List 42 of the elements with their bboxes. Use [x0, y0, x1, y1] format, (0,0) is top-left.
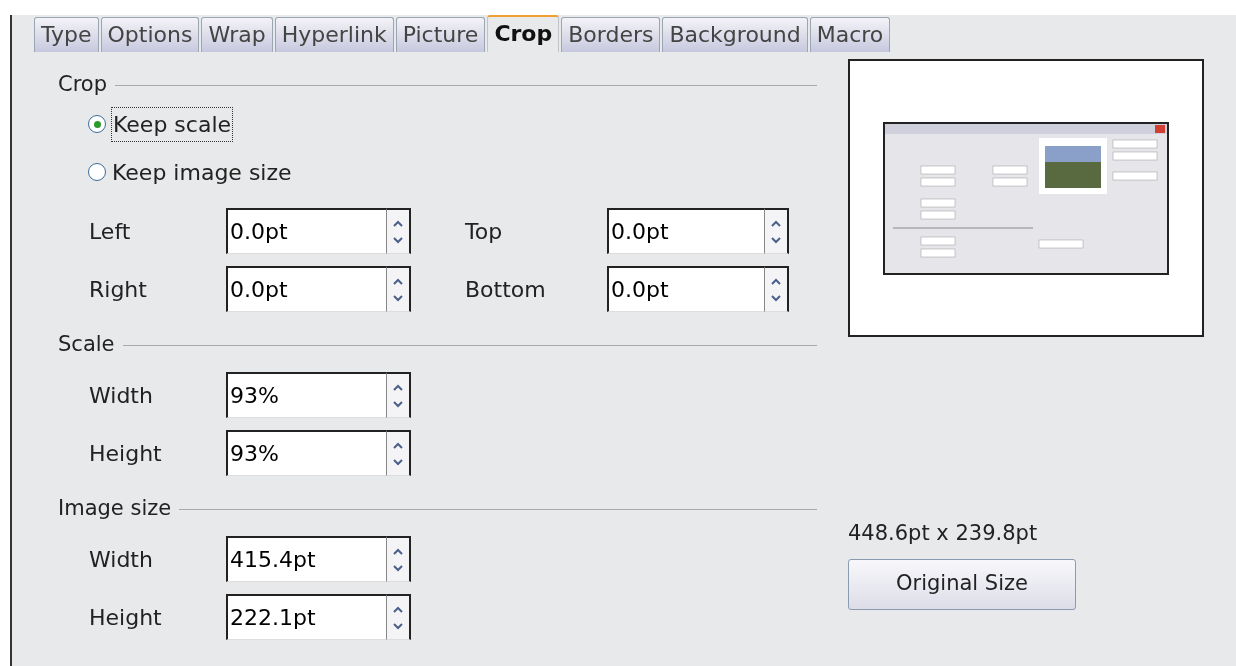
radio-label[interactable]: Keep scale: [112, 107, 233, 141]
input-field[interactable]: 0.0pt: [226, 266, 386, 312]
radio-label[interactable]: Keep image size: [112, 155, 292, 189]
section-title: Scale: [58, 331, 115, 359]
tab[interactable]: Crop: [487, 15, 560, 52]
tab[interactable]: Borders: [561, 17, 661, 52]
tab[interactable]: Background: [662, 17, 808, 52]
spin-button[interactable]: [386, 594, 411, 640]
input-field[interactable]: 93%: [226, 430, 386, 476]
tab[interactable]: Type: [34, 17, 99, 52]
spin-button[interactable]: [764, 208, 789, 254]
input-field[interactable]: 93%: [226, 372, 386, 418]
original-size-button[interactable]: Original Size: [848, 558, 1076, 610]
field-label: Height: [89, 603, 163, 632]
radio-button[interactable]: [88, 163, 106, 181]
section-title: Crop: [58, 71, 107, 99]
tab[interactable]: Options: [100, 17, 200, 52]
input-field[interactable]: 222.1pt: [226, 594, 386, 640]
input-field[interactable]: 0.0pt: [226, 208, 386, 254]
field-label: Left: [89, 217, 132, 246]
tab[interactable]: Macro: [809, 17, 891, 52]
field-label: Width: [89, 545, 154, 574]
spin-button[interactable]: [386, 208, 411, 254]
spin-button[interactable]: [386, 430, 411, 476]
field-label: Width: [89, 381, 154, 410]
tab[interactable]: Wrap: [201, 17, 273, 52]
spin-button[interactable]: [386, 372, 411, 418]
field-label: Top: [465, 217, 504, 246]
input-field[interactable]: 415.4pt: [226, 536, 386, 582]
input-field[interactable]: 0.0pt: [607, 266, 764, 312]
image-size-text: 448.6pt x 239.8pt: [848, 520, 1039, 547]
input-field[interactable]: 0.0pt: [607, 208, 764, 254]
radio-button[interactable]: [88, 115, 106, 133]
spin-button[interactable]: [386, 536, 411, 582]
spin-button[interactable]: [386, 266, 411, 312]
tab[interactable]: Picture: [395, 17, 486, 52]
field-label: Height: [89, 439, 163, 468]
spin-button[interactable]: [764, 266, 789, 312]
field-label: Right: [89, 275, 148, 304]
tab[interactable]: Hyperlink: [274, 17, 394, 52]
section-title: Image size: [58, 495, 172, 523]
field-label: Bottom: [465, 275, 547, 304]
